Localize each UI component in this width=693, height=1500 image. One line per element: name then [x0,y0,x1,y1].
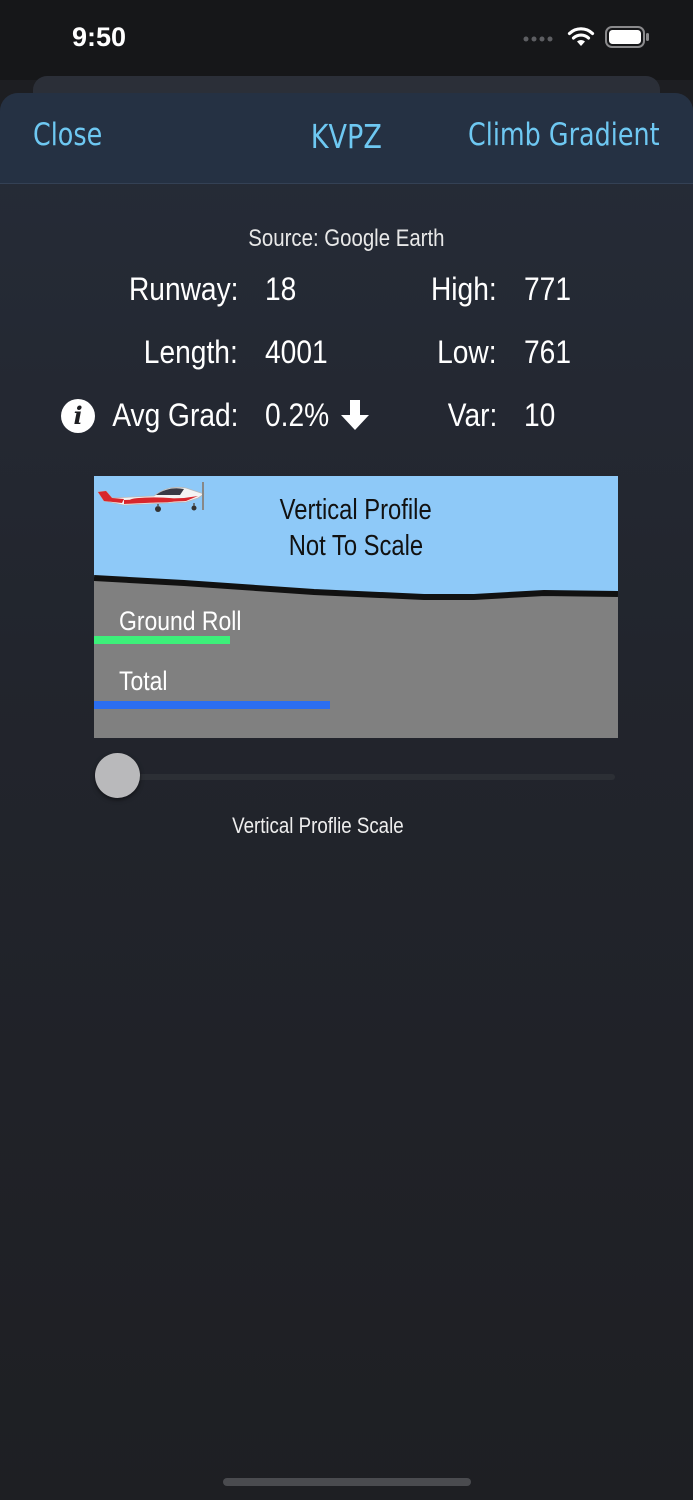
runway-row: Runway: 18 High: 771 [0,271,693,311]
status-icons [523,26,649,48]
total-label-text: Total [119,666,168,696]
runway-label: Runway: [128,271,238,307]
var-label: Var: [447,397,497,433]
status-time: 9:50 [72,22,127,52]
status-bar: 9:50 [0,0,693,80]
vertical-profile: Vertical Profile Not To Scale Ground Rol… [94,476,618,738]
total-distance-bar [94,701,330,709]
slider-label: Vertical Proflie Scale [0,813,636,839]
data-source: Source: Google Earth [0,225,693,253]
length-label: Length: [144,334,238,370]
navigation-bar: Close KVPZ Climb Gradient [0,93,693,184]
slider-label-text: Vertical Proflie Scale [232,813,404,838]
var-value: 10 [524,397,556,433]
slider-thumb[interactable] [95,753,140,798]
length-value: 4001 [265,334,328,370]
vertical-profile-scale-slider[interactable] [118,774,615,780]
runway-value: 18 [265,271,297,307]
source-text: Source: Google Earth [248,225,445,252]
climb-gradient-button[interactable]: Climb Gradient [469,117,660,153]
length-row: Length: 4001 Low: 761 [0,334,693,374]
climb-gradient-sheet: Close KVPZ Climb Gradient Source: Google… [0,93,693,1500]
high-value: 771 [524,271,571,307]
arrow-down-icon [341,400,369,430]
profile-title-line1: Vertical Profile [279,494,432,526]
ground-roll-label-text: Ground Roll [119,606,242,636]
ground-roll-label: Ground Roll [119,606,263,637]
high-label: High: [431,271,497,307]
ground [94,578,618,738]
low-value: 761 [524,334,571,370]
total-label: Total [119,666,176,697]
avg-grad-label: Avg Grad: [111,397,238,433]
ground-roll-bar [94,636,230,644]
wifi-icon [567,27,595,46]
profile-title-line2: Not To Scale [288,530,424,562]
airplane-icon [97,482,205,512]
airport-code: KVPZ [310,117,383,156]
battery-icon [605,26,649,48]
avg-grad-value: 0.2% [265,397,330,433]
low-label: Low: [437,334,497,370]
cellular-signal-icon [523,36,553,42]
home-indicator[interactable] [223,1478,471,1486]
